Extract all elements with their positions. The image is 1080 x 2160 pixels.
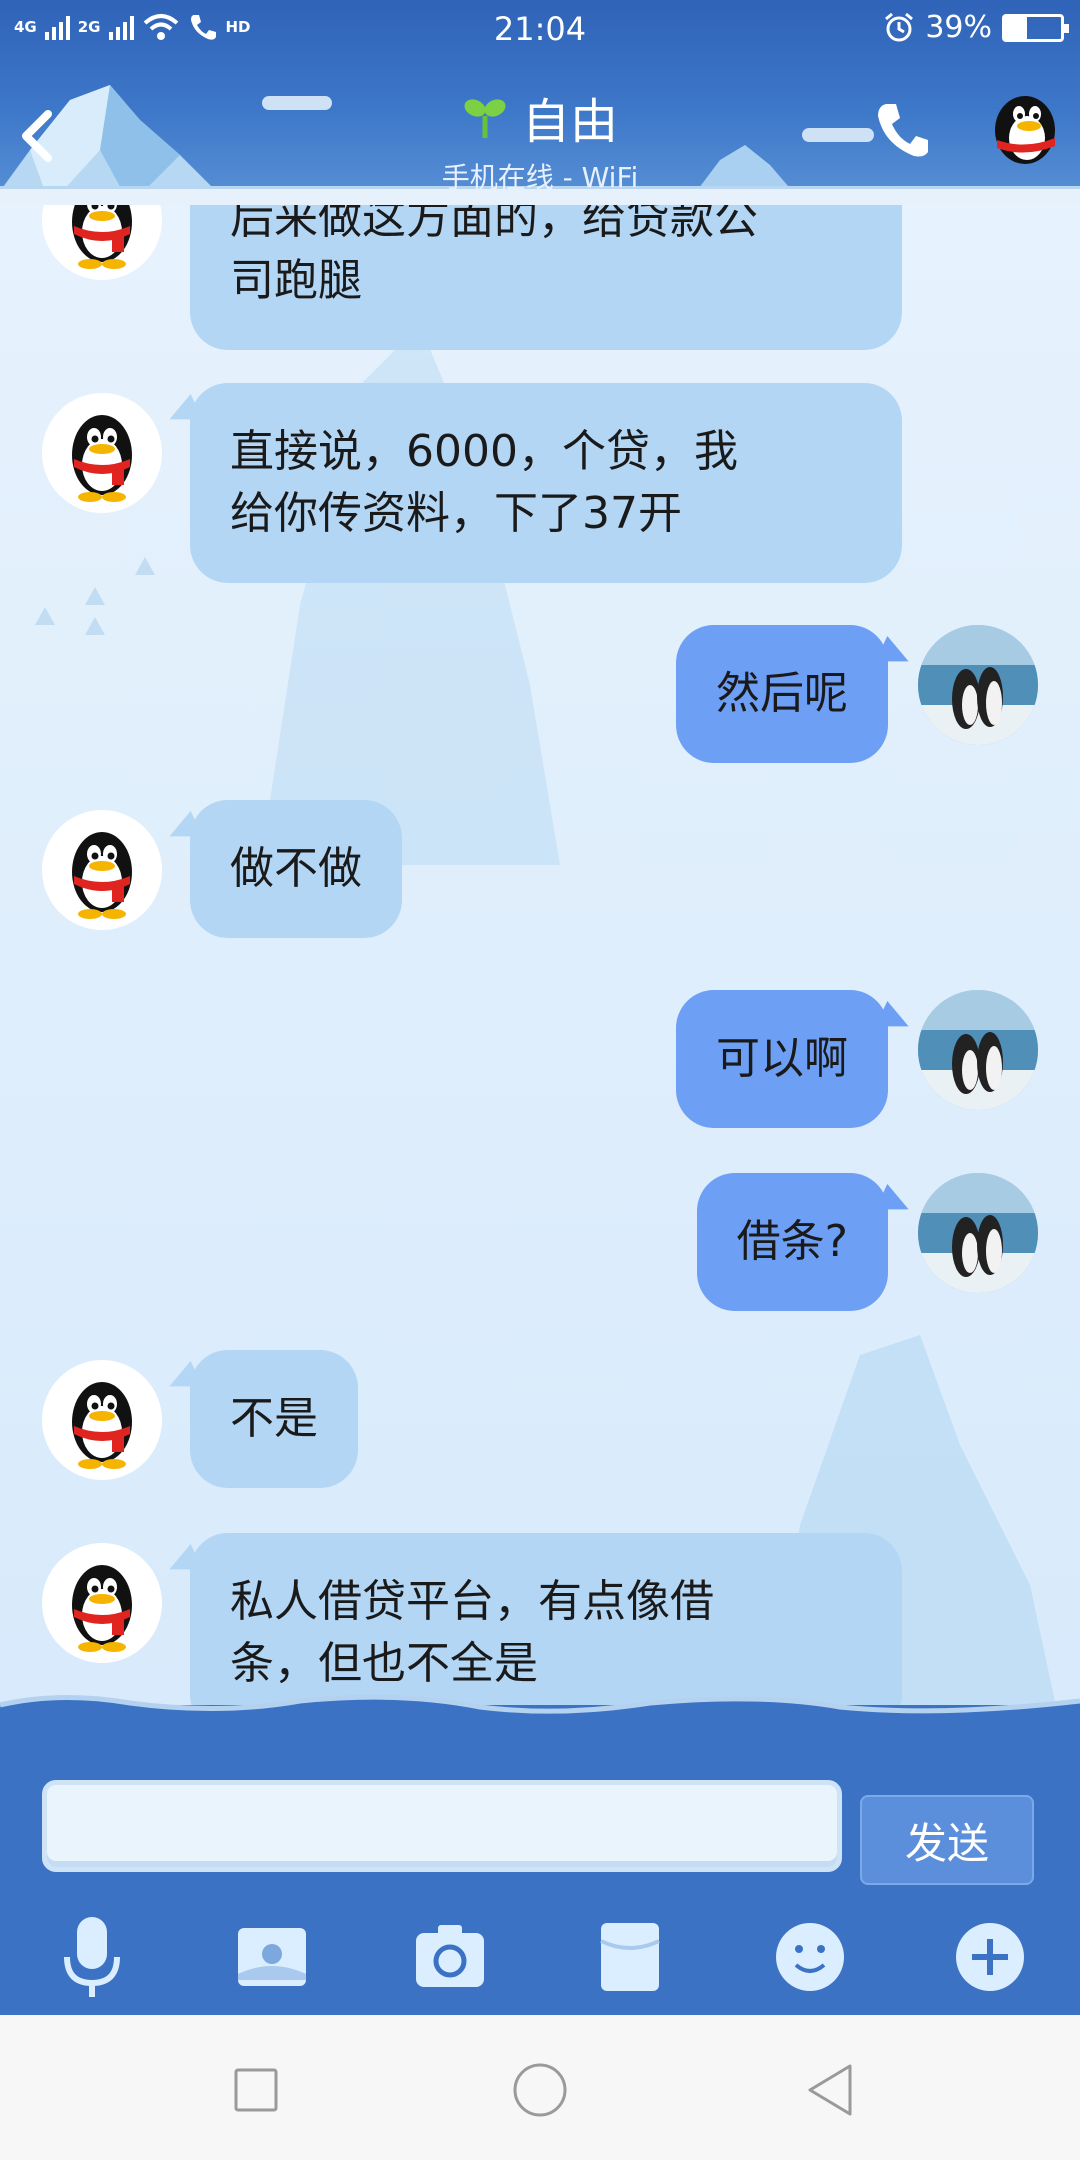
message-bubble[interactable]: 不是	[190, 1350, 358, 1488]
back-icon[interactable]	[800, 2060, 860, 2120]
message-bubble[interactable]: 直接说，6000，个贷，我 给你传资料，下了37开	[190, 383, 902, 583]
incoming-message: 后来做这方面的，给贷款公司跑腿	[0, 205, 1080, 350]
incoming-message: 直接说，6000，个贷，我 给你传资料，下了37开	[0, 383, 1080, 583]
message-text-line: 然后呢	[716, 668, 848, 719]
my-avatar[interactable]	[918, 1173, 1038, 1293]
contact-avatar[interactable]	[42, 1360, 162, 1480]
red-packet-icon[interactable]	[586, 1913, 674, 2001]
message-text-line: 做不做	[230, 843, 362, 894]
message-bubble[interactable]: 私人借贷平台，有点像借 条，但也不全是	[190, 1533, 902, 1710]
camera-icon[interactable]	[406, 1913, 494, 2001]
message-text-line: 后来做这方面的，给贷款公	[230, 205, 758, 244]
message-text-line: 直接说，6000，个贷，我	[230, 426, 738, 477]
profile-icon[interactable]	[985, 88, 1065, 168]
contact-avatar[interactable]	[42, 205, 162, 280]
contact-avatar[interactable]	[42, 810, 162, 930]
message-bubble[interactable]: 然后呢	[676, 625, 888, 763]
recent-apps-icon[interactable]	[226, 2060, 286, 2120]
outgoing-message: 可以啊	[0, 990, 1080, 1128]
message-list[interactable]: 后来做这方面的，给贷款公司跑腿直接说，6000，个贷，我 给你传资料，下了37开然…	[0, 205, 1080, 1710]
send-button[interactable]: 发送	[860, 1795, 1034, 1885]
online-status: 手机在线 - WiFi	[441, 161, 639, 194]
message-bubble[interactable]: 做不做	[190, 800, 402, 938]
status-bar: 4G 2G HD 21:04 39%	[0, 0, 1080, 60]
contact-name[interactable]: 自由	[522, 82, 618, 152]
system-nav-bar	[0, 2015, 1080, 2160]
message-input[interactable]	[42, 1780, 842, 1872]
image-icon[interactable]	[228, 1913, 316, 2001]
message-text-line: 借条?	[736, 1216, 848, 1267]
sprout-icon	[464, 99, 506, 138]
message-bubble[interactable]: 可以啊	[676, 990, 888, 1128]
message-text-line: 司跑腿	[230, 255, 362, 306]
phone-call-icon[interactable]	[874, 100, 930, 160]
chat-toolbar	[0, 1905, 1080, 2005]
ice-wave-edge	[0, 1694, 1080, 1719]
incoming-message: 私人借贷平台，有点像借 条，但也不全是	[0, 1533, 1080, 1710]
battery-icon	[1002, 13, 1069, 42]
incoming-message: 不是	[0, 1350, 1080, 1488]
incoming-message: 做不做	[0, 800, 1080, 938]
input-bar: 发送	[0, 1694, 1080, 2015]
contact-avatar[interactable]	[42, 1543, 162, 1663]
my-avatar[interactable]	[918, 625, 1038, 745]
message-text-line: 私人借贷平台，有点像借	[230, 1576, 714, 1627]
contact-avatar[interactable]	[42, 393, 162, 513]
plus-icon[interactable]	[946, 1913, 1034, 2001]
my-avatar[interactable]	[918, 990, 1038, 1110]
chat-header: 4G 2G HD 21:04 39% 自由 手机在线 - WiFi	[0, 0, 1080, 205]
message-bubble[interactable]: 借条?	[696, 1173, 888, 1311]
message-text-line: 条，但也不全是	[230, 1638, 538, 1689]
microphone-icon[interactable]	[48, 1913, 136, 2001]
message-text-line: 给你传资料，下了37开	[230, 488, 682, 539]
battery-percent: 39%	[925, 10, 992, 45]
emoji-icon[interactable]	[766, 1913, 854, 2001]
alarm-icon	[885, 12, 914, 41]
home-icon[interactable]	[510, 2060, 570, 2120]
message-bubble[interactable]: 后来做这方面的，给贷款公司跑腿	[190, 205, 902, 350]
message-text-line: 不是	[230, 1393, 318, 1444]
outgoing-message: 然后呢	[0, 625, 1080, 763]
message-text-line: 可以啊	[716, 1033, 848, 1084]
outgoing-message: 借条?	[0, 1173, 1080, 1311]
